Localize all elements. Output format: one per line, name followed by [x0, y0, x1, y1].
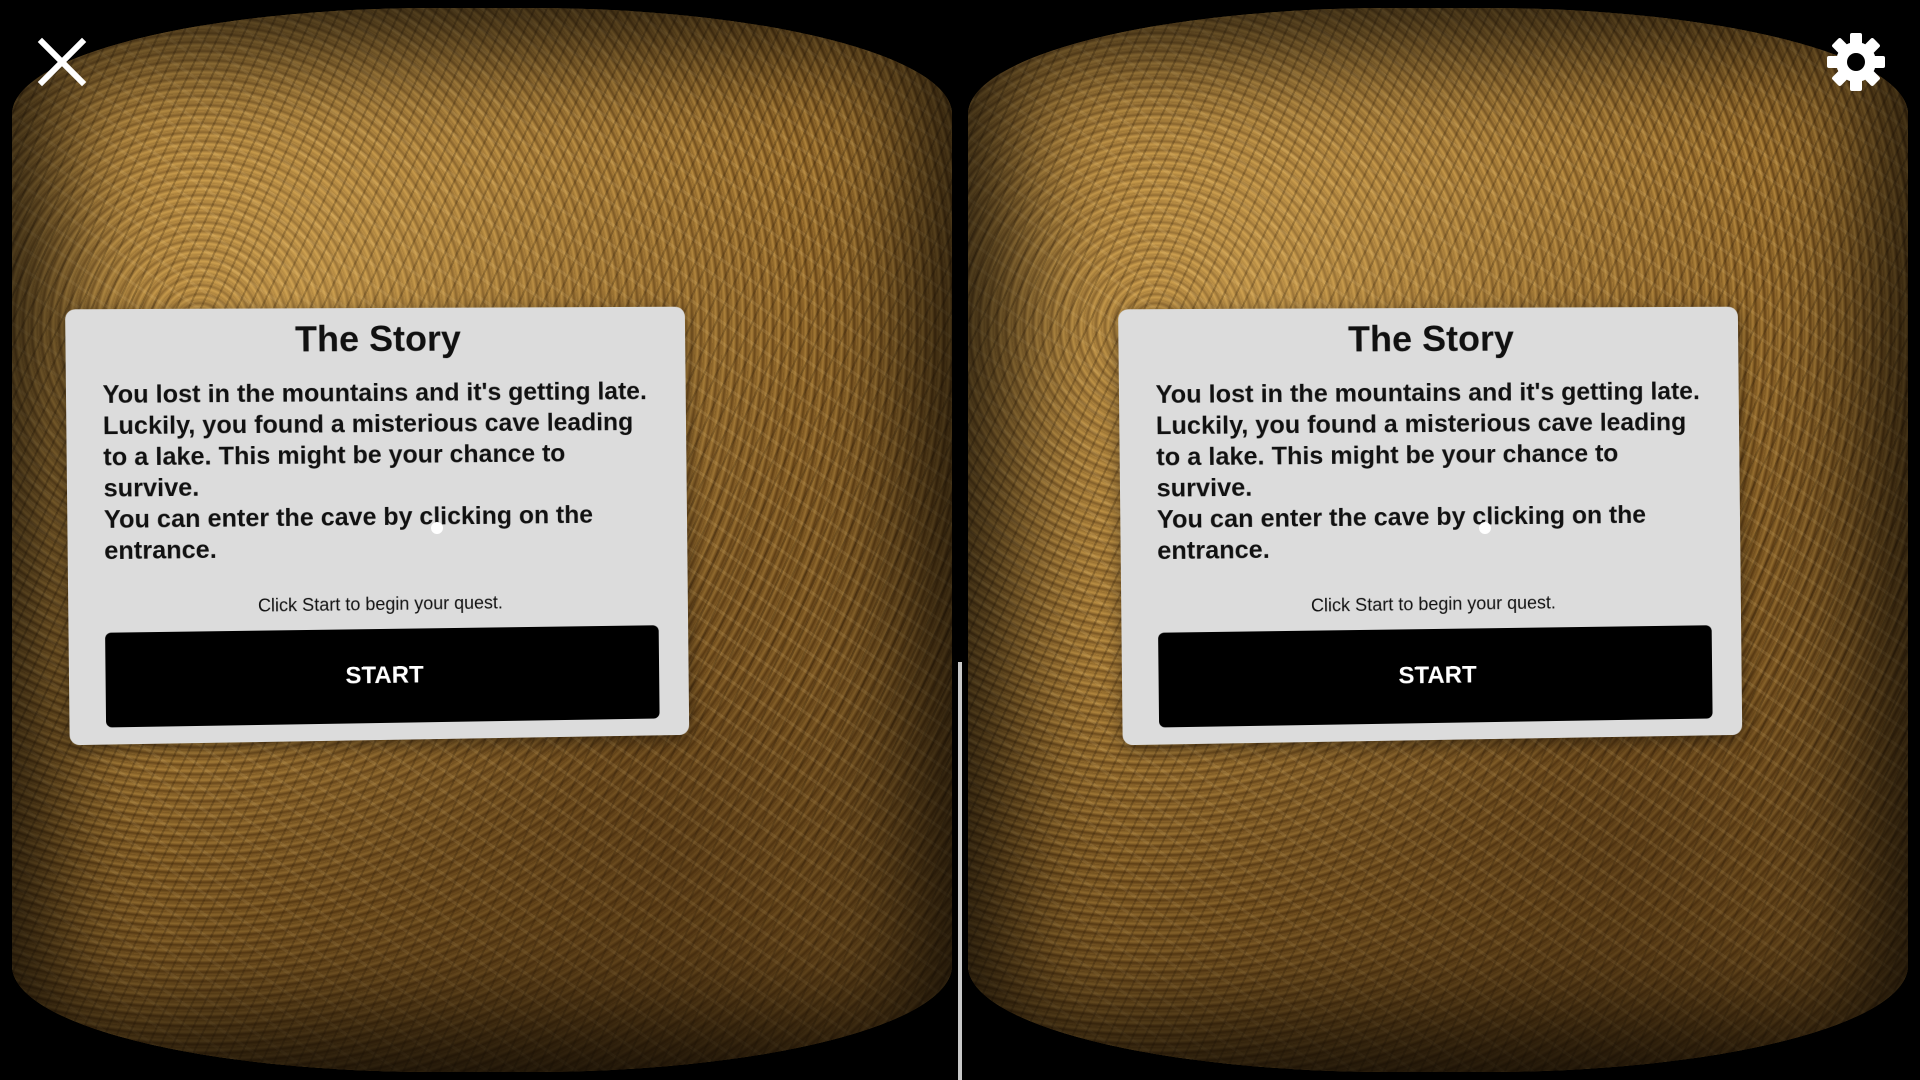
story-paragraph: You lost in the mountains and it's getti… [102, 377, 647, 503]
instruction-paragraph: You can enter the cave by clicking on th… [1156, 500, 1647, 566]
start-hint: Click Start to begin your quest. [1310, 592, 1556, 616]
story-dialog: The Story You lost in the mountains and … [1118, 306, 1743, 746]
start-button[interactable]: START [105, 625, 660, 728]
gaze-reticle [1479, 522, 1491, 534]
story-dialog: The Story You lost in the mountains and … [65, 306, 690, 746]
vr-stereo-view: The Story You lost in the mountains and … [0, 0, 1920, 1080]
instruction-paragraph: You can enter the cave by clicking on th… [103, 500, 594, 566]
start-hint: Click Start to begin your quest. [257, 592, 503, 616]
story-paragraph: You lost in the mountains and it's getti… [1155, 377, 1700, 503]
eye-divider [958, 662, 962, 1080]
left-eye-view: The Story You lost in the mountains and … [12, 8, 952, 1072]
dialog-body: You lost in the mountains and it's getti… [1155, 376, 1716, 567]
close-button[interactable] [34, 34, 90, 90]
right-eye-view: The Story You lost in the mountains and … [968, 8, 1908, 1072]
start-button[interactable]: START [1158, 625, 1713, 728]
gaze-reticle [431, 522, 443, 534]
dialog-title: The Story [1347, 317, 1515, 360]
close-icon [37, 37, 87, 87]
dialog-body: You lost in the mountains and it's getti… [102, 376, 663, 567]
gear-icon [1827, 33, 1885, 91]
dialog-title: The Story [294, 317, 462, 360]
settings-button[interactable] [1824, 30, 1888, 94]
